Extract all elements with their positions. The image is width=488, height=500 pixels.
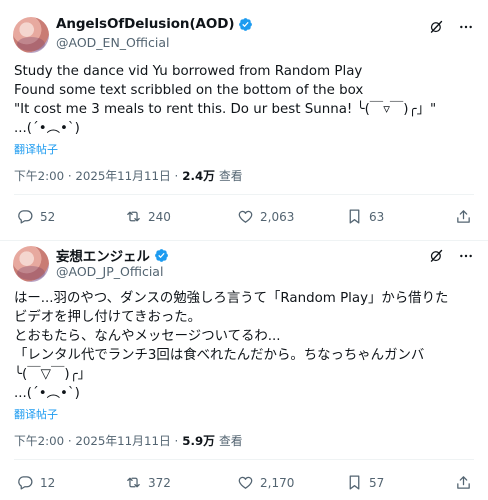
like-button[interactable]: 2,063 xyxy=(237,208,294,225)
repost-count: 372 xyxy=(148,475,171,490)
post-en[interactable]: AngelsOfDelusion(AOD) @AOD_EN_Official S… xyxy=(0,0,488,241)
divider xyxy=(14,194,474,195)
grok-icon[interactable] xyxy=(429,19,444,34)
post-jp[interactable]: 妄想エンジェル @AOD_JP_Official はー...羽のやつ、ダンスの勉… xyxy=(0,241,488,500)
reply-button[interactable]: 52 xyxy=(17,208,55,225)
bookmark-icon xyxy=(349,475,360,490)
handle[interactable]: @AOD_JP_Official xyxy=(56,264,163,279)
repost-count: 240 xyxy=(148,209,171,224)
reply-count: 52 xyxy=(40,209,56,224)
share-icon xyxy=(457,476,470,489)
bookmark-icon xyxy=(349,209,360,224)
reply-icon xyxy=(18,210,33,224)
reply-count: 12 xyxy=(40,475,56,490)
post-text: Study the dance vid Yu borrowed from Ran… xyxy=(14,64,437,136)
action-bar: 52 240 2,063 63 xyxy=(0,208,488,228)
translate-post-link[interactable]: 翻译帖子 xyxy=(14,406,58,422)
action-bar: 12 372 2,170 57 xyxy=(0,474,488,494)
post-timestamp[interactable]: 下午2:00 · 2025年11月11日 · xyxy=(14,432,178,449)
bookmark-button[interactable]: 63 xyxy=(346,208,384,225)
like-count: 2,170 xyxy=(260,475,295,490)
share-icon xyxy=(457,210,470,223)
post-meta: 下午2:00 · 2025年11月11日 · 2.4万 查看 xyxy=(14,167,243,184)
like-icon xyxy=(238,476,253,489)
avatar[interactable] xyxy=(13,17,49,53)
reply-button[interactable]: 12 xyxy=(17,474,55,491)
post-text: はー...羽のやつ、ダンスの勉強しろ言うて「Random Play」から借りた … xyxy=(14,291,449,401)
like-icon xyxy=(238,210,253,223)
like-count: 2,063 xyxy=(260,209,295,224)
verified-badge-icon xyxy=(239,17,253,31)
repost-icon xyxy=(127,211,140,222)
divider xyxy=(14,459,474,460)
views-label: 查看 xyxy=(218,434,243,448)
repost-icon xyxy=(127,477,140,488)
like-button[interactable]: 2,170 xyxy=(237,474,294,491)
views-count: 5.9万 xyxy=(182,434,215,448)
bookmark-button[interactable]: 57 xyxy=(346,474,384,491)
post-meta: 下午2:00 · 2025年11月11日 · 5.9万 查看 xyxy=(14,432,243,449)
views-label: 查看 xyxy=(218,169,243,183)
translate-post-link[interactable]: 翻译帖子 xyxy=(14,141,58,157)
views-count: 2.4万 xyxy=(182,169,215,183)
handle[interactable]: @AOD_EN_Official xyxy=(56,35,169,50)
more-icon[interactable] xyxy=(458,248,474,264)
author-row: 妄想エンジェル xyxy=(56,245,169,265)
display-name[interactable]: 妄想エンジェル xyxy=(56,245,150,265)
bookmark-count: 57 xyxy=(369,475,385,490)
more-icon[interactable] xyxy=(458,19,474,35)
share-button[interactable] xyxy=(455,474,472,491)
display-name[interactable]: AngelsOfDelusion(AOD) xyxy=(56,16,235,32)
bookmark-count: 63 xyxy=(369,209,385,224)
post-timestamp[interactable]: 下午2:00 · 2025年11月11日 · xyxy=(14,167,178,184)
share-button[interactable] xyxy=(455,208,472,225)
author-row: AngelsOfDelusion(AOD) xyxy=(56,16,253,32)
verified-badge-icon xyxy=(154,248,168,262)
grok-icon[interactable] xyxy=(429,248,444,263)
repost-button[interactable]: 372 xyxy=(125,474,171,491)
avatar[interactable] xyxy=(13,246,49,282)
reply-icon xyxy=(18,476,33,490)
repost-button[interactable]: 240 xyxy=(125,208,171,225)
